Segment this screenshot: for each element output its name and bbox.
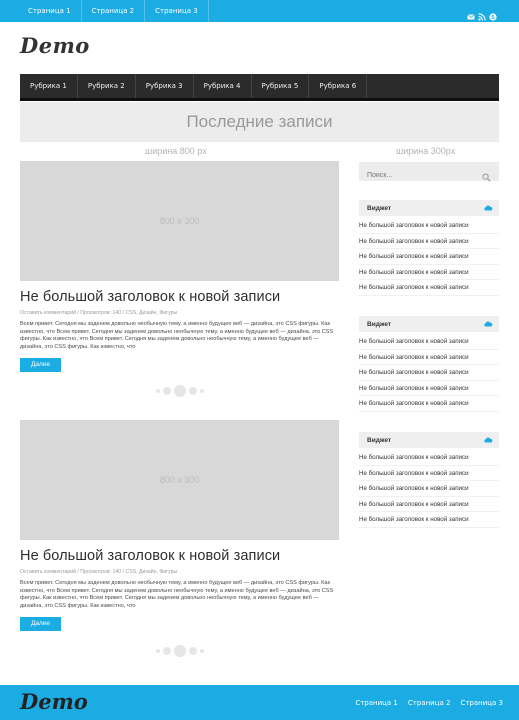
widget-link[interactable]: Не большой заголовок к новой записи: [359, 512, 499, 528]
cloud-icon: [484, 321, 493, 327]
footer-nav-page-3[interactable]: Страница 3: [460, 699, 503, 707]
top-nav-page-3[interactable]: Страница 3: [145, 0, 209, 22]
section-banner: Последние записи: [20, 102, 499, 142]
widget-list: Не большой заголовок к новой записи Не б…: [359, 450, 499, 528]
post-meta: Оставить комментарий / Просмотров: 140 /…: [20, 569, 178, 575]
widget-link[interactable]: Не большой заголовок к новой записи: [359, 280, 499, 296]
footer: Demo Страница 1 Страница 2 Страница 3: [0, 685, 519, 720]
dot: [199, 389, 204, 393]
post-title[interactable]: Не большой заголовок к новой записи: [20, 548, 339, 564]
widget-title: Виджет: [367, 436, 392, 444]
widget-link[interactable]: Не большой заголовок к новой записи: [359, 450, 499, 466]
footer-nav-page-1[interactable]: Страница 1: [355, 699, 398, 707]
read-more-button[interactable]: Далее: [20, 358, 61, 373]
top-nav-page-1[interactable]: Страница 1: [18, 0, 82, 22]
main-width-label: ширина 800 px: [145, 146, 207, 156]
footer-nav-page-2[interactable]: Страница 2: [408, 699, 451, 707]
post-excerpt: Всем привет. Сегодня мы заденем довольно…: [20, 321, 334, 350]
search-input[interactable]: [359, 166, 469, 185]
dot: [155, 389, 160, 393]
widget-link[interactable]: Не большой заголовок к новой записи: [359, 234, 499, 249]
category-item-4[interactable]: Рубрика 4: [194, 74, 252, 98]
category-item-2[interactable]: Рубрика 2: [78, 74, 136, 98]
read-more-button[interactable]: Далее: [20, 617, 61, 632]
top-nav: Страница 1 Страница 2 Страница 3: [18, 0, 209, 22]
sidebar-widget: Виджет Не большой заголовок к новой запи…: [359, 316, 499, 412]
category-item-5[interactable]: Рубрика 5: [252, 74, 310, 98]
widget-link[interactable]: Не большой заголовок к новой записи: [359, 249, 499, 265]
post-thumbnail[interactable]: 800 x 300: [20, 420, 339, 540]
post-divider-dots: [20, 644, 339, 658]
mail-icon[interactable]: [467, 6, 475, 20]
post-title[interactable]: Не большой заголовок к новой записи: [20, 289, 339, 305]
category-item-6[interactable]: Рубрика 6: [309, 74, 368, 98]
dot: [162, 647, 171, 655]
top-nav-page-2[interactable]: Страница 2: [82, 0, 146, 22]
dot: [188, 647, 197, 655]
svg-text:S: S: [491, 15, 495, 21]
cloud-icon: [484, 437, 493, 443]
skype-icon[interactable]: S: [489, 6, 497, 21]
post-meta: Оставить комментарий / Просмотров: 140 /…: [20, 310, 178, 316]
top-bar: Страница 1 Страница 2 Страница 3 S: [0, 0, 519, 22]
site-logo[interactable]: Demo: [20, 33, 90, 58]
widget-link[interactable]: Не большой заголовок к новой записи: [359, 381, 499, 396]
social-icons: S: [467, 6, 497, 21]
widget-header: Виджет: [359, 432, 499, 448]
dot: [188, 387, 197, 395]
sidebar-width-label: ширина 300px: [396, 146, 456, 156]
widget-link[interactable]: Не большой заголовок к новой записи: [359, 365, 499, 381]
post-card: 800 x 300 Не большой заголовок к новой з…: [20, 420, 339, 632]
widget-link[interactable]: Не большой заголовок к новой записи: [359, 466, 499, 481]
widget-link[interactable]: Не большой заголовок к новой записи: [359, 396, 499, 412]
widget-list: Не большой заголовок к новой записи Не б…: [359, 218, 499, 296]
widget-link[interactable]: Не большой заголовок к новой записи: [359, 334, 499, 350]
widget-link[interactable]: Не большой заголовок к новой записи: [359, 481, 499, 497]
dot: [155, 649, 160, 653]
post-card: 800 x 300 Не большой заголовок к новой з…: [20, 161, 339, 373]
footer-logo[interactable]: Demo: [20, 689, 88, 714]
category-menu: Рубрика 1 Рубрика 2 Рубрика 3 Рубрика 4 …: [20, 74, 499, 101]
search-box: [359, 162, 499, 185]
rss-icon[interactable]: [478, 6, 486, 21]
category-item-3[interactable]: Рубрика 3: [136, 74, 194, 98]
widget-link[interactable]: Не большой заголовок к новой записи: [359, 265, 499, 280]
footer-nav: Страница 1 Страница 2 Страница 3: [355, 685, 503, 720]
widget-list: Не большой заголовок к новой записи Не б…: [359, 334, 499, 412]
dot: [173, 645, 186, 657]
dot: [173, 385, 186, 397]
post-excerpt: Всем привет. Сегодня мы заденем довольно…: [20, 580, 334, 609]
cloud-icon: [484, 205, 493, 211]
widget-link[interactable]: Не большой заголовок к новой записи: [359, 218, 499, 234]
widget-title: Виджет: [367, 204, 392, 212]
post-thumbnail[interactable]: 800 x 300: [20, 161, 339, 281]
post-divider-dots: [20, 384, 339, 398]
widget-header: Виджет: [359, 200, 499, 216]
dot: [199, 649, 204, 653]
widget-link[interactable]: Не большой заголовок к новой записи: [359, 497, 499, 512]
search-icon[interactable]: [482, 167, 491, 182]
widget-title: Виджет: [367, 320, 392, 328]
category-item-1[interactable]: Рубрика 1: [20, 74, 78, 98]
sidebar-widget: Виджет Не большой заголовок к новой запи…: [359, 432, 499, 528]
widget-header: Виджет: [359, 316, 499, 332]
widget-link[interactable]: Не большой заголовок к новой записи: [359, 350, 499, 365]
sidebar-widget: Виджет Не большой заголовок к новой запи…: [359, 200, 499, 296]
dot: [162, 387, 171, 395]
